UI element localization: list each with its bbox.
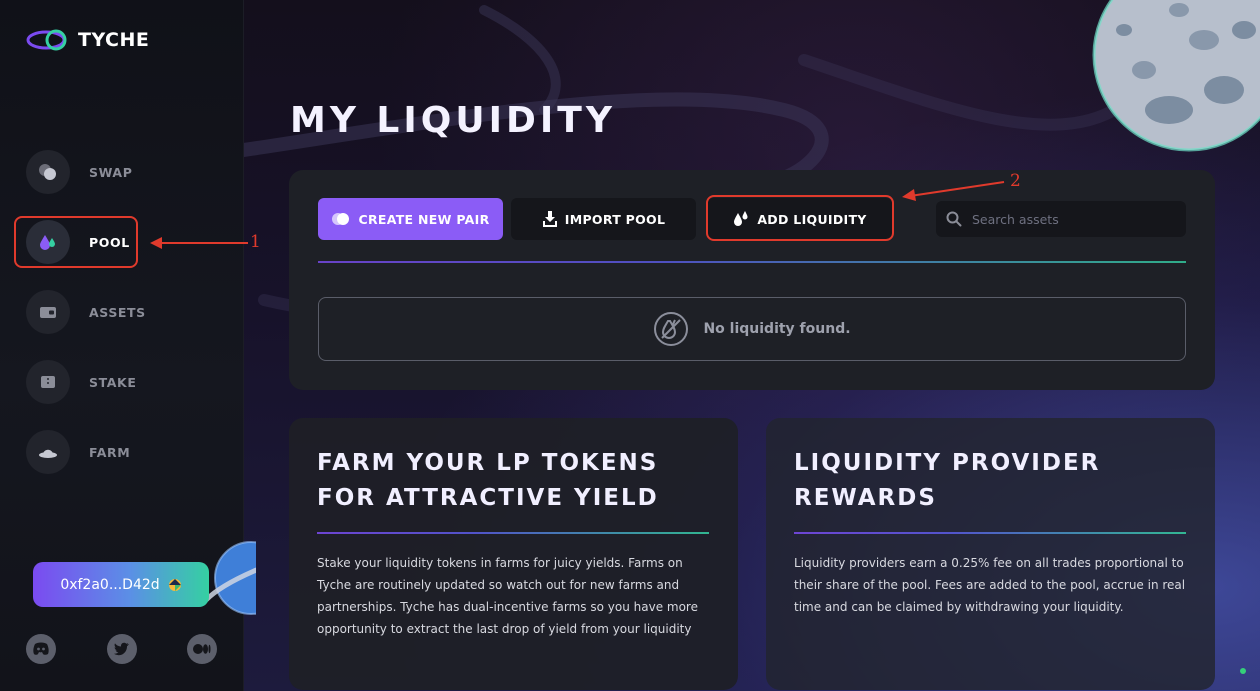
moon-illustration bbox=[1092, 0, 1260, 152]
create-new-pair-button[interactable]: CREATE NEW PAIR bbox=[318, 198, 503, 240]
status-dot bbox=[1240, 668, 1246, 674]
sidebar-item-label: FARM bbox=[89, 444, 131, 460]
wallet-address-button[interactable]: 0xf2a0...D42d bbox=[33, 562, 209, 607]
annotation-number-1: 1 bbox=[250, 232, 261, 252]
tyche-logo-icon bbox=[26, 29, 67, 51]
swap-icon bbox=[26, 150, 70, 194]
search-input[interactable] bbox=[972, 211, 1172, 227]
search-icon bbox=[946, 211, 962, 227]
card-title-line: FARM YOUR LP TOKENS bbox=[317, 450, 659, 476]
farmer-hat-icon bbox=[26, 430, 70, 474]
sidebar-item-label: SWAP bbox=[89, 164, 133, 180]
annotation-number-2: 2 bbox=[1010, 171, 1021, 191]
coins-icon bbox=[332, 213, 350, 225]
wallet-icon bbox=[26, 290, 70, 334]
highlight-box-pool bbox=[14, 216, 138, 268]
panel-divider bbox=[318, 261, 1186, 263]
card-divider bbox=[317, 532, 709, 534]
info-card-rewards: LIQUIDITY PROVIDER REWARDS Liquidity pro… bbox=[766, 418, 1215, 690]
create-new-pair-label: CREATE NEW PAIR bbox=[358, 211, 490, 227]
sidebar: TYCHE SWAP POOL ASSETS STAKE FARM 0xf2a0… bbox=[0, 0, 256, 691]
wallet-address: 0xf2a0...D42d bbox=[60, 576, 160, 593]
info-card-farm: FARM YOUR LP TOKENS FOR ATTRACTIVE YIELD… bbox=[289, 418, 738, 690]
ticket-icon bbox=[26, 360, 70, 404]
sidebar-item-label: STAKE bbox=[89, 374, 137, 390]
highlight-box-add-liquidity bbox=[706, 195, 894, 241]
card-title-line: REWARDS bbox=[794, 485, 937, 511]
card-title-line: FOR ATTRACTIVE YIELD bbox=[317, 485, 659, 511]
sidebar-item-label: ASSETS bbox=[89, 304, 146, 320]
sidebar-item-stake[interactable]: STAKE bbox=[26, 360, 136, 404]
annotation-arrow-1 bbox=[150, 237, 248, 249]
card-body: Liquidity providers earn a 0.25% fee on … bbox=[794, 556, 1186, 614]
page-title: MY LIQUIDITY bbox=[290, 100, 616, 141]
app-name: TYCHE bbox=[78, 29, 150, 51]
empty-state: No liquidity found. bbox=[318, 297, 1186, 361]
sidebar-item-farm[interactable]: FARM bbox=[26, 430, 130, 474]
card-divider bbox=[794, 532, 1186, 534]
discord-icon[interactable] bbox=[26, 634, 56, 664]
app-logo[interactable]: TYCHE bbox=[26, 26, 149, 54]
empty-message: No liquidity found. bbox=[703, 321, 851, 337]
search-field[interactable] bbox=[936, 201, 1186, 237]
import-pool-label: IMPORT POOL bbox=[564, 211, 666, 227]
import-icon bbox=[542, 211, 557, 227]
twitter-icon[interactable] bbox=[107, 634, 137, 664]
medium-icon[interactable] bbox=[187, 634, 217, 664]
no-liquidity-icon bbox=[654, 312, 689, 346]
sidebar-item-swap[interactable]: SWAP bbox=[26, 150, 132, 194]
wallet-avatar-icon bbox=[168, 578, 181, 591]
card-body: Stake your liquidity tokens in farms for… bbox=[317, 556, 698, 636]
card-title: FARM YOUR LP TOKENS FOR ATTRACTIVE YIELD bbox=[317, 446, 659, 516]
sidebar-item-assets[interactable]: ASSETS bbox=[26, 290, 146, 334]
card-title: LIQUIDITY PROVIDER REWARDS bbox=[794, 446, 1100, 516]
card-title-line: LIQUIDITY PROVIDER bbox=[794, 450, 1101, 476]
import-pool-button[interactable]: IMPORT POOL bbox=[511, 198, 696, 240]
